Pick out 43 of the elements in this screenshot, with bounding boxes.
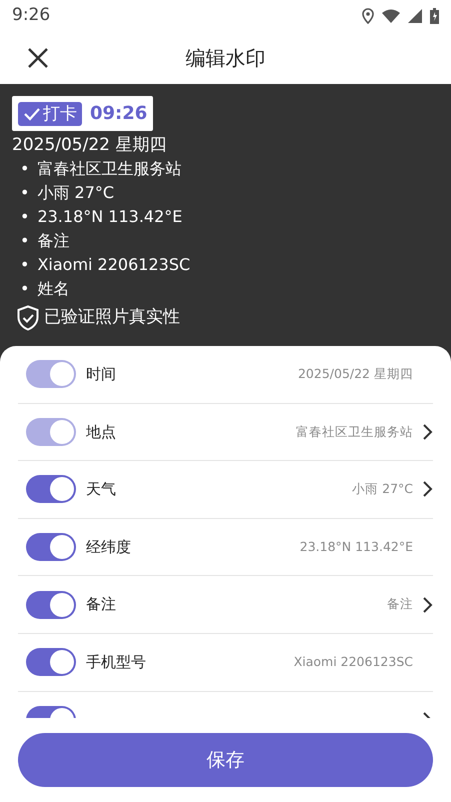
watermark-line: 富春社区卫生服务站 bbox=[37, 158, 182, 180]
setting-value: Xiaomi 2206123SC bbox=[294, 652, 413, 671]
setting-value: 备注 bbox=[387, 595, 413, 614]
bullet-dot: • bbox=[20, 254, 30, 276]
bullet-dot: • bbox=[20, 158, 30, 180]
setting-value: 23.18°N 113.42°E bbox=[300, 538, 413, 556]
check-icon bbox=[23, 106, 41, 120]
location-icon bbox=[362, 8, 374, 24]
date-text: 2025/05/22 星期四 bbox=[12, 134, 168, 157]
setting-value: 2025/05/22 星期四 bbox=[298, 364, 413, 383]
page-title: 编辑水印 bbox=[186, 45, 266, 72]
save-button[interactable]: 保存 bbox=[18, 733, 433, 787]
bullet-dot: • bbox=[20, 206, 30, 228]
setting-value: 小雨 27°C bbox=[352, 480, 413, 498]
signal-icon bbox=[408, 9, 422, 23]
toggle-switch[interactable] bbox=[26, 475, 76, 504]
toggle-switch[interactable] bbox=[26, 648, 76, 676]
setting-label: 手机型号 bbox=[86, 652, 146, 674]
bullet-dot: • bbox=[20, 230, 30, 252]
stamp-time: 09:26 bbox=[90, 102, 148, 126]
setting-label: 时间 bbox=[86, 364, 116, 386]
setting-label: 经纬度 bbox=[86, 536, 131, 558]
setting-value: 富春社区卫生服务站 bbox=[296, 422, 413, 441]
chevron-right-icon[interactable] bbox=[421, 480, 433, 498]
setting-label: 备注 bbox=[86, 594, 116, 616]
verified-text: 已验证照片真实性 bbox=[44, 306, 180, 330]
watermark-line: 23.18°N 113.42°E bbox=[37, 206, 182, 228]
bullet-dot: • bbox=[20, 278, 30, 300]
chevron-right-icon[interactable] bbox=[421, 596, 433, 614]
toggle-switch[interactable] bbox=[26, 533, 76, 562]
watermark-line: 备注 bbox=[37, 230, 70, 252]
setting-label: 地点 bbox=[86, 422, 116, 443]
watermark-line: Xiaomi 2206123SC bbox=[37, 254, 190, 276]
battery-icon bbox=[430, 8, 439, 24]
watermark-line: 小雨 27°C bbox=[37, 182, 114, 204]
wifi-icon bbox=[382, 9, 400, 23]
setting-label: 天气 bbox=[86, 479, 116, 500]
toggle-switch[interactable] bbox=[26, 590, 76, 619]
bullet-dot: • bbox=[20, 182, 30, 204]
clock-time: 9:26 bbox=[12, 4, 50, 28]
watermark-line: 姓名 bbox=[37, 278, 70, 300]
check-in-tag: 打卡 bbox=[18, 102, 82, 126]
shield-check-icon bbox=[16, 305, 40, 331]
